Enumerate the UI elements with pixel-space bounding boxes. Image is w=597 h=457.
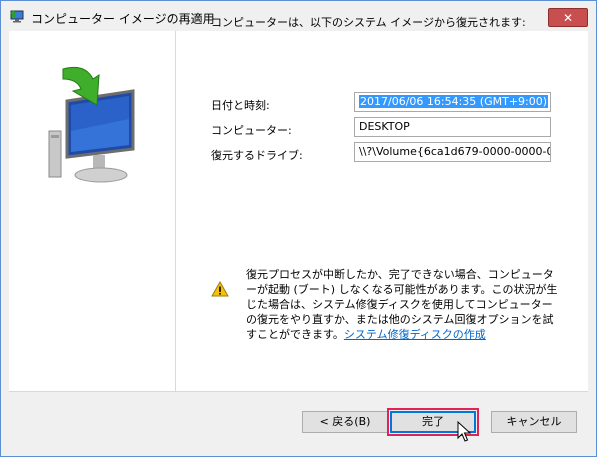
left-illustration-panel	[9, 31, 175, 391]
date-time-field[interactable]: 2017/06/06 16:54:35 (GMT+9:00)	[354, 92, 551, 112]
drives-field[interactable]: \\?\Volume{6ca1d679-0000-0000-000	[354, 142, 551, 162]
warning-icon	[211, 281, 229, 297]
panel-divider	[175, 31, 176, 391]
cancel-button[interactable]: キャンセル	[491, 411, 577, 433]
heading-text: コンピューターは、以下のシステム イメージから復元されます:	[211, 16, 526, 29]
footer-divider	[9, 391, 588, 392]
warning-message: 復元プロセスが中断したか、完了できない場合、コンピューターが起動 (ブート) し…	[246, 267, 561, 342]
computer-restore-icon	[48, 66, 135, 183]
mouse-pointer-icon	[457, 421, 472, 442]
close-button[interactable]: ✕	[548, 8, 588, 27]
window-title: コンピューター イメージの再適用	[31, 12, 215, 26]
computer-label: コンピューター:	[211, 124, 292, 137]
drives-label: 復元するドライブ:	[211, 149, 303, 162]
back-button[interactable]: < 戻る(B)	[302, 411, 388, 433]
date-time-value: 2017/06/06 16:54:35 (GMT+9:00)	[359, 95, 549, 108]
create-repair-disc-link[interactable]: システム修復ディスクの作成	[344, 328, 486, 341]
system-image-icon	[10, 10, 24, 23]
restore-wizard-window: コンピューター イメージの再適用 ✕ コンピューターは、以下のシステム イメージ…	[0, 0, 597, 457]
computer-field[interactable]: DESKTOP	[354, 117, 551, 137]
date-time-label: 日付と時刻:	[211, 99, 270, 112]
